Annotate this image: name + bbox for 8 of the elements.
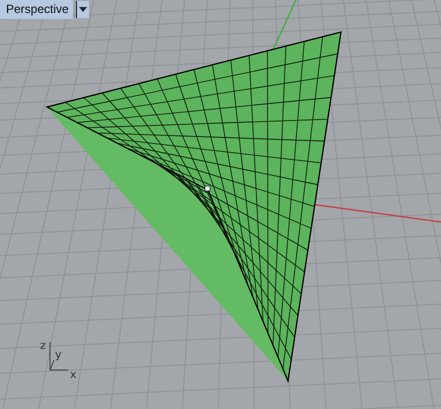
axis-label: y bbox=[55, 348, 62, 361]
axis-label: z bbox=[40, 339, 46, 352]
axis-label: x bbox=[70, 368, 77, 381]
viewport-title-tab[interactable]: Perspective bbox=[0, 0, 73, 19]
caret-icon bbox=[78, 7, 87, 12]
point-marker bbox=[204, 186, 210, 192]
viewport-menu-button[interactable] bbox=[76, 1, 89, 18]
axis-gizmo-icon bbox=[50, 342, 68, 370]
